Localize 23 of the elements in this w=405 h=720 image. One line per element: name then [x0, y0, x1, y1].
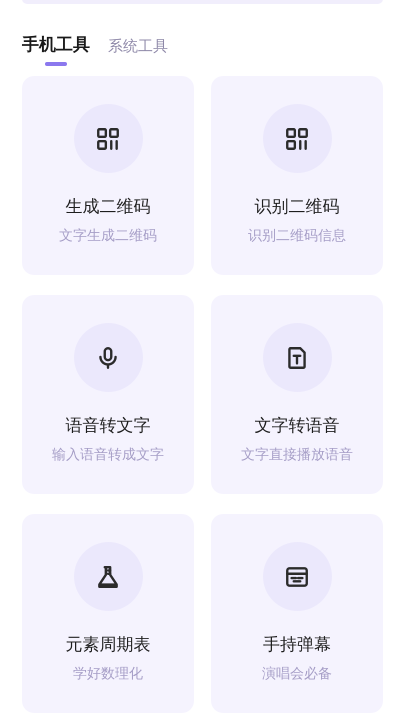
tab[interactable]: 手机工具 — [22, 33, 90, 57]
qr-code-icon — [95, 126, 121, 152]
tool-subtitle: 学好数理化 — [73, 665, 143, 684]
tool-card[interactable]: 语音转文字 输入语音转成文字 — [22, 295, 194, 494]
qr-code-icon — [284, 126, 310, 152]
tool-title: 元素周期表 — [66, 634, 150, 657]
tool-card[interactable]: 元素周期表 学好数理化 — [22, 514, 194, 713]
tool-subtitle: 演唱会必备 — [262, 665, 332, 684]
flask-icon — [95, 564, 121, 590]
tool-subtitle: 文字生成二维码 — [59, 227, 157, 246]
tool-subtitle: 输入语音转成文字 — [52, 446, 164, 465]
tool-subtitle: 识别二维码信息 — [248, 227, 346, 246]
tool-subtitle: 文字直接播放语音 — [241, 446, 353, 465]
tool-card[interactable]: 生成二维码 文字生成二维码 — [22, 76, 194, 275]
tool-card[interactable]: 文字转语音 文字直接播放语音 — [211, 295, 383, 494]
tool-title: 识别二维码 — [254, 196, 340, 219]
tab-indicator — [45, 62, 67, 66]
tool-card[interactable]: 手持弹幕 演唱会必备 — [211, 514, 383, 713]
tool-title: 生成二维码 — [66, 196, 150, 219]
tool-title: 文字转语音 — [254, 415, 340, 438]
tool-card[interactable]: 识别二维码 识别二维码信息 — [211, 76, 383, 275]
tool-title: 手持弹幕 — [263, 634, 331, 657]
tool-title: 语音转文字 — [66, 415, 150, 438]
